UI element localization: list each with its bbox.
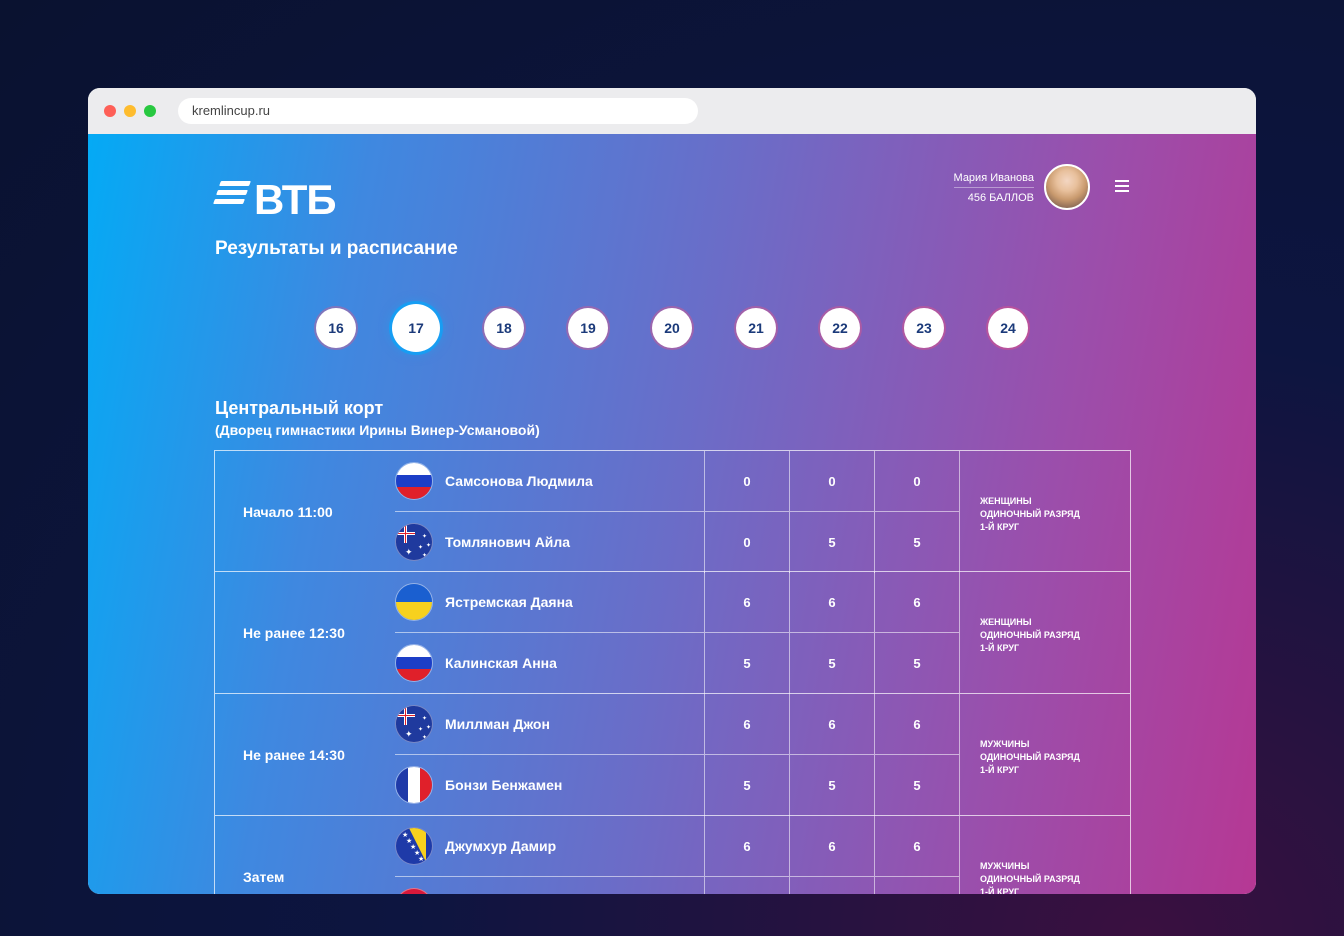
match-category: МУЖЧИНЫ ОДИНОЧНЫЙ РАЗРЯД 1-Й КРУГ [959, 816, 1131, 894]
maximize-window-button[interactable] [144, 105, 156, 117]
ukraine-flag-icon [395, 583, 433, 621]
match-block[interactable]: Затем ★ ★ ★ ★ ★ Джумхур Дамир 6 6 6 МУЖЧИНЫ ОДИНОЧН… [214, 816, 1131, 894]
player-row: Самсонова Людмила [395, 451, 704, 512]
red-flag-icon [395, 888, 433, 894]
date-selector: 16 17 18 19 20 21 22 23 24 [88, 304, 1256, 354]
set-score: 6 [704, 572, 789, 633]
category-line: 1-Й КРУГ [980, 765, 1020, 775]
player-row: Ястремская Даяна [395, 572, 704, 633]
set-score: 0 [704, 512, 789, 573]
date-button-16[interactable]: 16 [316, 308, 356, 348]
set-score: 6 [874, 572, 959, 633]
date-button-22[interactable]: 22 [820, 308, 860, 348]
russia-flag-icon [395, 644, 433, 682]
australia-flag-icon: ✦ ✦ ✦ ✦ ✦ [395, 523, 433, 561]
player-row: ✦ ✦ ✦ ✦ ✦ Миллман Джон [395, 694, 704, 755]
close-window-button[interactable] [104, 105, 116, 117]
player-name[interactable]: Ястремская Даяна [445, 594, 573, 610]
set-score [874, 877, 959, 894]
set-score: 6 [704, 694, 789, 755]
player-name[interactable]: Самсонова Людмила [445, 473, 593, 489]
set-score [789, 877, 874, 894]
avatar[interactable] [1044, 164, 1090, 210]
minimize-window-button[interactable] [124, 105, 136, 117]
category-line: ОДИНОЧНЫЙ РАЗРЯД [980, 630, 1080, 640]
player-name[interactable]: Калинская Анна [445, 655, 557, 671]
date-button-24[interactable]: 24 [988, 308, 1028, 348]
date-button-23[interactable]: 23 [904, 308, 944, 348]
set-score: 5 [789, 512, 874, 573]
hamburger-menu-icon[interactable] [1115, 180, 1129, 194]
set-score: 5 [874, 633, 959, 694]
france-flag-icon [395, 766, 433, 804]
australia-flag-icon: ✦ ✦ ✦ ✦ ✦ [395, 705, 433, 743]
page-content: ВТБ Результаты и расписание Мария Иванов… [88, 134, 1256, 894]
match-category: ЖЕНЩИНЫ ОДИНОЧНЫЙ РАЗРЯД 1-Й КРУГ [959, 572, 1131, 693]
browser-chrome: kremlincup.ru [88, 88, 1256, 134]
category-line: 1-Й КРУГ [980, 522, 1020, 532]
set-score: 6 [789, 816, 874, 877]
logo-text: ВТБ [254, 176, 337, 223]
court-title: Центральный корт [215, 398, 384, 418]
category-line: 1-Й КРУГ [980, 887, 1020, 894]
set-score: 5 [874, 755, 959, 816]
date-button-20[interactable]: 20 [652, 308, 692, 348]
match-category: МУЖЧИНЫ ОДИНОЧНЫЙ РАЗРЯД 1-Й КРУГ [959, 694, 1131, 815]
set-score: 6 [789, 694, 874, 755]
match-time: Начало 11:00 [243, 504, 333, 520]
date-button-19[interactable]: 19 [568, 308, 608, 348]
user-name: Мария Иванова [953, 172, 1034, 188]
court-subtitle: (Дворец гимнастики Ирины Винер-Усмановой… [215, 422, 540, 438]
set-score: 6 [789, 572, 874, 633]
player-name[interactable]: Бонзи Бенжамен [445, 777, 562, 793]
russia-flag-icon [395, 462, 433, 500]
user-points: 456 БАЛЛОВ [967, 192, 1034, 204]
match-category: ЖЕНЩИНЫ ОДИНОЧНЫЙ РАЗРЯД 1-Й КРУГ [959, 451, 1131, 572]
player-name[interactable]: Миллман Джон [445, 716, 550, 732]
set-score: 0 [789, 451, 874, 512]
set-score: 6 [704, 816, 789, 877]
player-name[interactable]: Джумхур Дамир [445, 838, 556, 854]
set-score: 6 [874, 694, 959, 755]
user-info[interactable]: Мария Иванова 456 БАЛЛОВ [953, 172, 1034, 204]
category-line: МУЖЧИНЫ [980, 861, 1030, 871]
address-bar[interactable]: kremlincup.ru [178, 98, 698, 124]
date-button-21[interactable]: 21 [736, 308, 776, 348]
player-name[interactable]: Томлянович Айла [445, 534, 570, 550]
date-button-18[interactable]: 18 [484, 308, 524, 348]
date-button-17[interactable]: 17 [392, 304, 440, 352]
match-time: Не ранее 12:30 [243, 625, 345, 641]
match-block[interactable]: Не ранее 12:30 Ястремская Даяна 6 6 6 Калинск… [214, 572, 1131, 694]
set-score: 5 [704, 755, 789, 816]
category-line: ОДИНОЧНЫЙ РАЗРЯД [980, 874, 1080, 884]
page-title: Результаты и расписание [215, 238, 458, 259]
set-score: 6 [874, 816, 959, 877]
bosnia-flag-icon: ★ ★ ★ ★ ★ [395, 827, 433, 865]
vtb-logo[interactable]: ВТБ [213, 176, 337, 223]
player-row: ★ ★ ★ ★ ★ Джумхур Дамир [395, 816, 704, 877]
category-line: ОДИНОЧНЫЙ РАЗРЯД [980, 509, 1080, 519]
category-line: МУЖЧИНЫ [980, 739, 1030, 749]
player-row: ✦ ✦ ✦ ✦ ✦ Томлянович Айла [395, 512, 704, 573]
category-line: ЖЕНЩИНЫ [980, 617, 1032, 627]
match-block[interactable]: Начало 11:00 Самсонова Людмила 0 0 0 ✦ ✦ ✦ ✦ ✦ Том… [214, 450, 1131, 573]
category-line: 1-Й КРУГ [980, 643, 1020, 653]
player-row: Бонзи Бенжамен [395, 755, 704, 816]
match-time: Затем [243, 869, 285, 885]
match-time: Не ранее 14:30 [243, 747, 345, 763]
set-score: 5 [789, 755, 874, 816]
set-score: 0 [704, 451, 789, 512]
match-block[interactable]: Не ранее 14:30 ✦ ✦ ✦ ✦ ✦ Миллман Джон 6 6 6 Бонзи … [214, 694, 1131, 816]
set-score: 5 [789, 633, 874, 694]
set-score [704, 877, 789, 894]
player-row: Калинская Анна [395, 633, 704, 694]
category-line: ОДИНОЧНЫЙ РАЗРЯД [980, 752, 1080, 762]
player-row [395, 877, 704, 894]
browser-window: kremlincup.ru ВТБ Результаты и расписани… [88, 88, 1256, 894]
set-score: 5 [704, 633, 789, 694]
set-score: 0 [874, 451, 959, 512]
schedule-table: Начало 11:00 Самсонова Людмила 0 0 0 ✦ ✦ ✦ ✦ ✦ Том… [214, 450, 1131, 894]
category-line: ЖЕНЩИНЫ [980, 496, 1032, 506]
set-score: 5 [874, 512, 959, 573]
